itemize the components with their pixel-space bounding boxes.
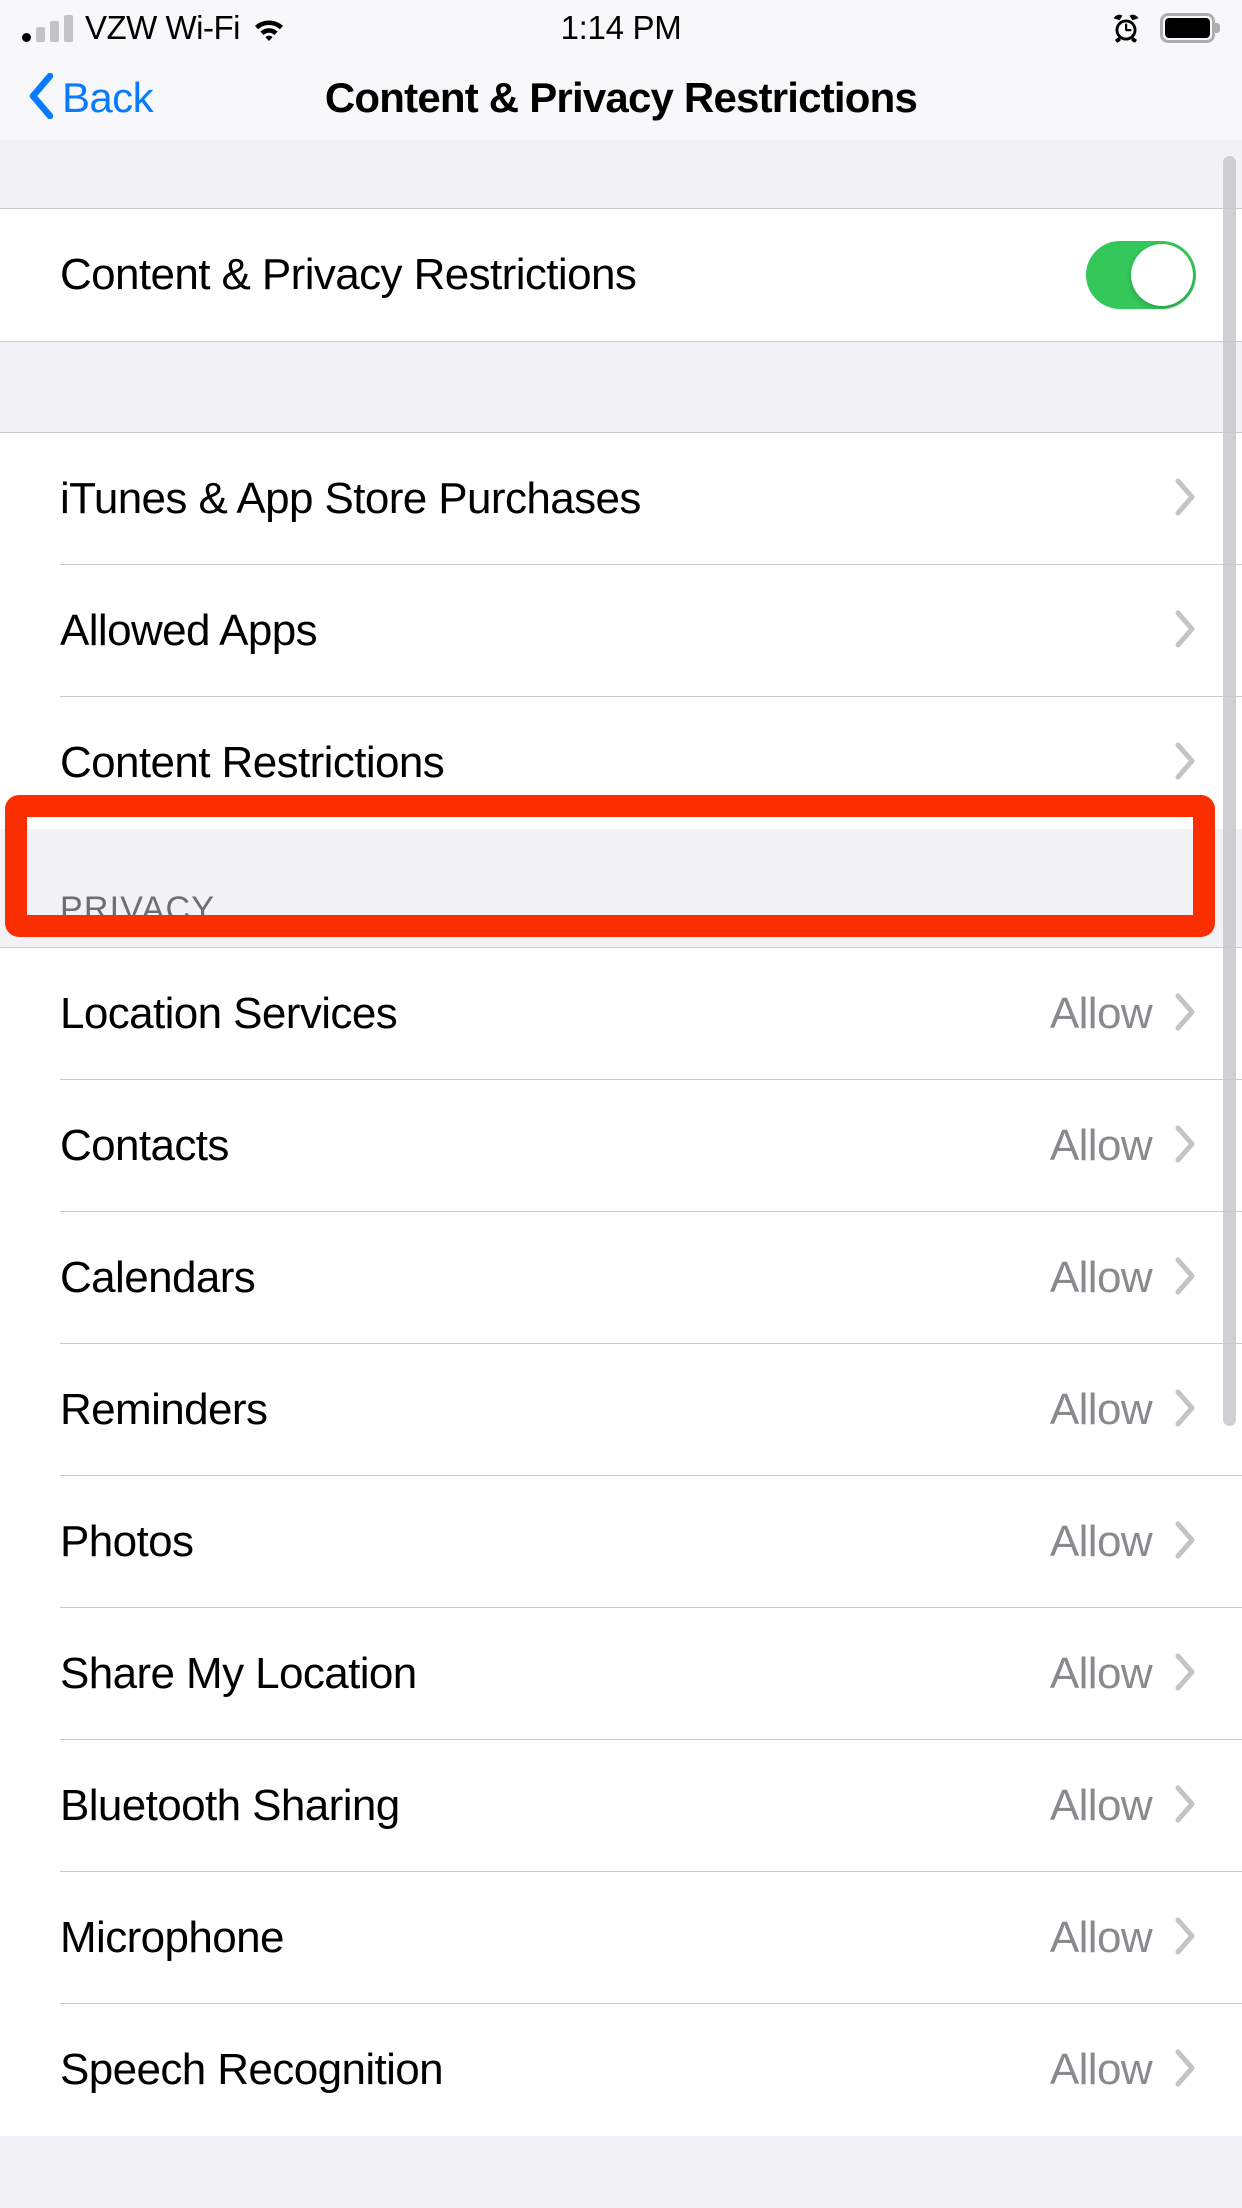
vertical-scrollbar[interactable] <box>1223 156 1236 1426</box>
row-label: iTunes & App Store Purchases <box>60 474 641 523</box>
row-value: Allow <box>1049 1253 1153 1302</box>
row-value: Allow <box>1049 1649 1153 1698</box>
row-label: Allowed Apps <box>60 606 318 655</box>
chevron-right-icon <box>1174 478 1196 521</box>
master-toggle-group: Content & Privacy Restrictions <box>0 208 1242 341</box>
chevron-right-icon <box>1174 1125 1196 1168</box>
row-label: Contacts <box>60 1121 229 1170</box>
chevron-right-icon <box>1174 1521 1196 1564</box>
row-label: Microphone <box>60 1913 285 1962</box>
row-share-my-location[interactable]: Share My Location Allow <box>0 1608 1242 1740</box>
row-value: Allow <box>1049 989 1153 1038</box>
row-speech-recognition[interactable]: Speech Recognition Allow <box>0 2004 1242 2136</box>
row-content-restrictions[interactable]: Content Restrictions <box>0 697 1242 829</box>
chevron-right-icon <box>1174 1917 1196 1960</box>
row-label: Photos <box>60 1517 194 1566</box>
status-bar-center: 1:14 PM <box>0 0 1242 56</box>
row-value: Allow <box>1049 1517 1153 1566</box>
section-header-label: PRIVACY <box>60 890 216 928</box>
row-reminders[interactable]: Reminders Allow <box>0 1344 1242 1476</box>
section-header-privacy: PRIVACY <box>0 829 1242 947</box>
chevron-right-icon <box>1174 1389 1196 1432</box>
row-bluetooth-sharing[interactable]: Bluetooth Sharing Allow <box>0 1740 1242 1872</box>
alarm-clock-icon <box>1110 12 1142 44</box>
row-content-privacy-restrictions[interactable]: Content & Privacy Restrictions <box>0 209 1242 341</box>
settings-scroll-area[interactable]: Content & Privacy Restrictions iTunes & … <box>0 140 1242 2208</box>
iphone-settings-screen: VZW Wi-Fi 1:14 PM Back Content & Privacy… <box>0 0 1242 2208</box>
chevron-right-icon <box>1174 1653 1196 1696</box>
row-microphone[interactable]: Microphone Allow <box>0 1872 1242 2004</box>
row-label: Calendars <box>60 1253 256 1302</box>
chevron-right-icon <box>1174 610 1196 653</box>
row-label: Share My Location <box>60 1649 417 1698</box>
row-label: Speech Recognition <box>60 2045 444 2094</box>
row-value: Allow <box>1049 2045 1153 2094</box>
status-bar: VZW Wi-Fi 1:14 PM <box>0 0 1242 56</box>
row-photos[interactable]: Photos Allow <box>0 1476 1242 1608</box>
group-spacer-1 <box>0 341 1242 433</box>
chevron-right-icon <box>1174 2049 1196 2092</box>
restrictions-group: iTunes & App Store Purchases Allowed App… <box>0 433 1242 829</box>
row-label: Bluetooth Sharing <box>60 1781 400 1830</box>
row-label: Reminders <box>60 1385 268 1434</box>
chevron-right-icon <box>1174 1785 1196 1828</box>
battery-full-icon <box>1160 13 1220 43</box>
page-title: Content & Privacy Restrictions <box>324 74 918 121</box>
row-calendars[interactable]: Calendars Allow <box>0 1212 1242 1344</box>
group-spacer-top <box>0 140 1242 208</box>
chevron-right-icon <box>1174 742 1196 785</box>
row-label: Location Services <box>60 989 398 1038</box>
chevron-right-icon <box>1174 993 1196 1036</box>
status-bar-right <box>1110 0 1220 56</box>
row-label: Content Restrictions <box>60 738 445 787</box>
privacy-group: Location Services Allow Contacts Allow C… <box>0 947 1242 2136</box>
row-allowed-apps[interactable]: Allowed Apps <box>0 565 1242 697</box>
row-value: Allow <box>1049 1913 1153 1962</box>
row-value: Allow <box>1049 1781 1153 1830</box>
row-value: Allow <box>1049 1121 1153 1170</box>
navigation-bar: Back Content & Privacy Restrictions <box>0 56 1242 140</box>
row-itunes-app-store-purchases[interactable]: iTunes & App Store Purchases <box>0 433 1242 565</box>
clock-label: 1:14 PM <box>560 9 682 46</box>
row-value: Allow <box>1049 1385 1153 1434</box>
row-contacts[interactable]: Contacts Allow <box>0 1080 1242 1212</box>
row-location-services[interactable]: Location Services Allow <box>0 948 1242 1080</box>
row-label: Content & Privacy Restrictions <box>60 250 637 299</box>
chevron-right-icon <box>1174 1257 1196 1300</box>
content-privacy-restrictions-toggle[interactable] <box>1086 241 1196 309</box>
toggle-knob <box>1131 244 1193 306</box>
